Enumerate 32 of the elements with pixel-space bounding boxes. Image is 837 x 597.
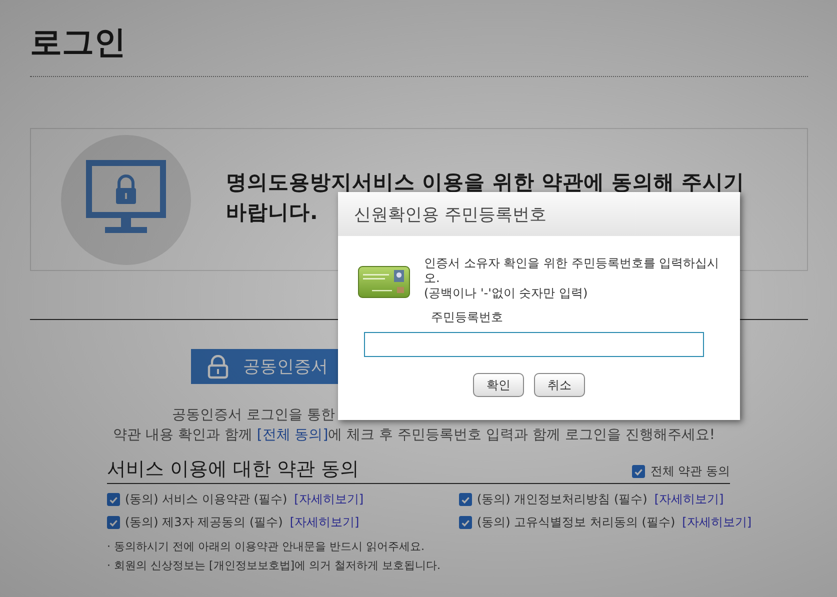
- details-link[interactable]: [자세히보기]: [682, 514, 752, 531]
- checkbox-label: (동의) 개인정보처리방침 (필수): [477, 491, 648, 508]
- notice-text: 바랍니다.: [226, 198, 318, 226]
- intro-text: 공동인증서 로그인을 통한: [171, 406, 336, 424]
- page-title: 로그인: [30, 22, 127, 63]
- details-link[interactable]: [자세히보기]: [654, 491, 724, 508]
- checkbox-label: 전체 약관 동의: [650, 463, 730, 480]
- checkbox[interactable]: [632, 465, 646, 478]
- confirm-button[interactable]: 확인: [473, 373, 524, 397]
- details-link[interactable]: [자세히보기]: [290, 514, 360, 531]
- checkbox[interactable]: [107, 516, 120, 529]
- note-text: · 동의하시기 전에 아래의 이용약관 안내문을 반드시 읽어주세요.: [107, 539, 426, 554]
- terms-heading: 서비스 이용에 대한 약관 동의: [107, 457, 360, 482]
- all-agree-link[interactable]: [전체 동의]: [256, 427, 328, 443]
- resident-number-field[interactable]: [364, 332, 704, 357]
- dialog-message: 인증서 소유자 확인을 위한 주민등록번호를 입력하십시오.: [424, 256, 720, 286]
- intro-text: 약관 내용 확인과 함께 [전체 동의]에 체크 후 주민등록번호 입력과 함께 로그인을 진행해주세요!: [113, 427, 715, 443]
- id-card-icon: [358, 266, 410, 298]
- field-label: 주민등록번호: [431, 309, 504, 326]
- note-text: · 회원의 신상정보는 [개인정보보호법]에 의거 철저하게 보호됩니다.: [107, 558, 442, 573]
- details-link[interactable]: [자세히보기]: [294, 491, 364, 508]
- notice-text: 명의도용방지서비스 이용을 위한 약관에 동의해 주시기: [226, 168, 745, 196]
- checkbox-label: (동의) 서비스 이용약관 (필수): [125, 491, 288, 508]
- dialog-title: 신원확인용 주민등록번호: [354, 204, 546, 226]
- checkbox-label: (동의) 제3자 제공동의 (필수): [125, 514, 283, 531]
- lock-icon: [207, 354, 229, 378]
- checkbox[interactable]: [107, 493, 120, 506]
- cancel-button[interactable]: 취소: [534, 373, 585, 397]
- checkbox[interactable]: [459, 493, 472, 506]
- checkbox[interactable]: [459, 516, 472, 529]
- dialog-hint: (공백이나 '-'없이 숫자만 입력): [424, 286, 589, 301]
- checkbox-label: (동의) 고유식별정보 처리동의 (필수): [477, 514, 676, 531]
